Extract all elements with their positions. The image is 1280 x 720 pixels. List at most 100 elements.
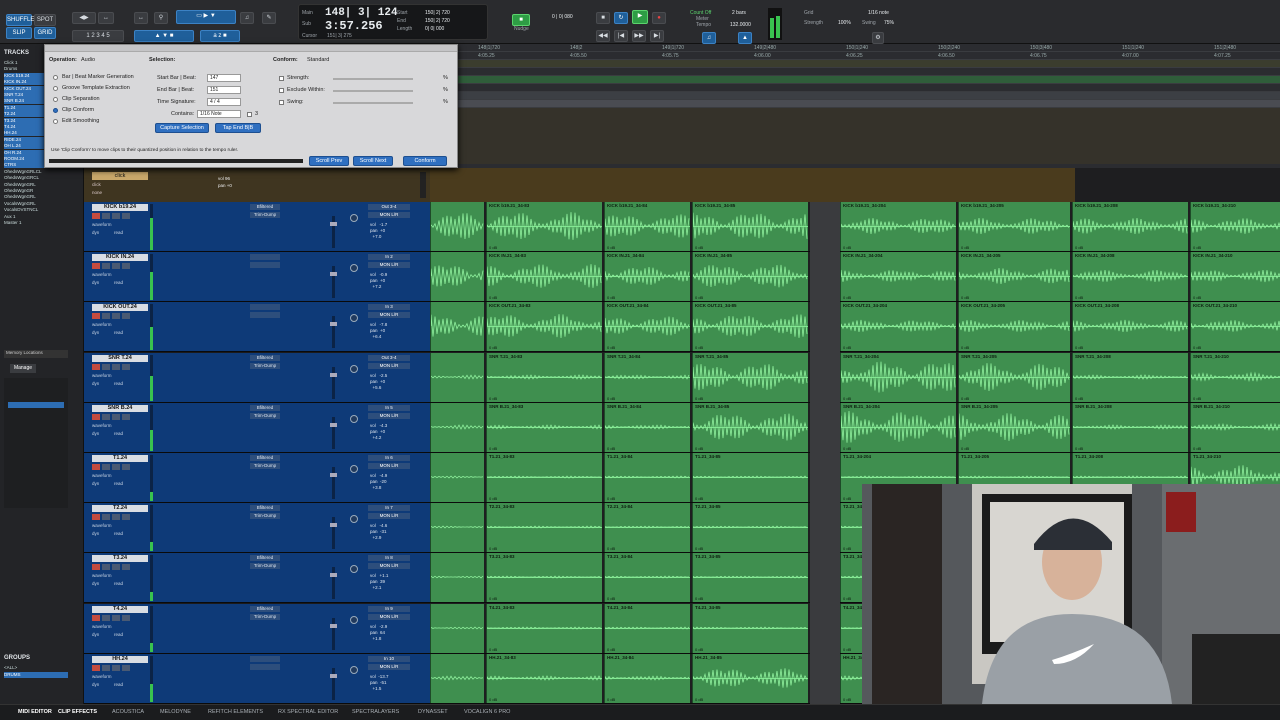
nudge-toggle[interactable]: ■: [512, 14, 530, 26]
output-selector[interactable]: MON L/R: [368, 412, 410, 419]
input-selector[interactable]: In 3: [368, 304, 410, 311]
insert-slot[interactable]: Bfiltered: [250, 505, 280, 512]
insert-slot-2[interactable]: Trim-Dump: [250, 463, 280, 469]
automation-mode[interactable]: read: [114, 682, 123, 687]
audio-clip[interactable]: T1.21_34-84 0 dB: [604, 453, 690, 502]
input-selector[interactable]: In 10: [368, 655, 410, 662]
track-name[interactable]: KICK IN.24: [92, 254, 148, 262]
pan-knob[interactable]: [350, 314, 358, 323]
solo-button[interactable]: [112, 464, 120, 470]
pan-knob[interactable]: [350, 515, 358, 524]
swing-value[interactable]: 75%: [884, 20, 894, 26]
input-selector[interactable]: Out 3-4: [368, 204, 410, 210]
audio-clip[interactable]: KICK b19.21_34-210 0 dB: [1190, 202, 1280, 251]
length-value[interactable]: 0| 0| 000: [425, 26, 444, 32]
volume-readout[interactable]: vol -4.3 pan +0 +4.2: [370, 423, 387, 441]
solo-button[interactable]: [112, 363, 120, 370]
audio-clip[interactable]: [430, 553, 484, 603]
track-name[interactable]: KICK b19.24: [92, 204, 148, 211]
audio-clip[interactable]: SNR B.21_34-84 0 dB: [604, 402, 690, 452]
track-list-item[interactable]: OhedsWgnGRCL: [4, 175, 68, 181]
volume-fader[interactable]: [330, 567, 337, 600]
volume-fader[interactable]: [330, 366, 337, 399]
audio-clip[interactable]: T3.21_34-83 0 dB: [486, 553, 602, 603]
automation-mode[interactable]: read: [114, 632, 123, 637]
input-selector[interactable]: Out 3-4: [368, 354, 410, 361]
audio-clip[interactable]: KICK IN.21_34-84 0 dB: [604, 252, 690, 302]
volume-readout[interactable]: vol -2.9 pan 64 +1.8: [370, 624, 387, 642]
audio-clip[interactable]: KICK OUT.21_34-204 0 dB: [840, 302, 956, 352]
click-track-name[interactable]: click: [92, 172, 148, 180]
audio-clip[interactable]: T1.21_34-85 0 dB: [692, 453, 808, 502]
start-bar-field[interactable]: 147: [207, 74, 241, 82]
metronome-icon[interactable]: ▲: [738, 32, 752, 44]
audio-clip[interactable]: [430, 352, 484, 402]
record-arm-button[interactable]: [92, 213, 100, 219]
audio-clip[interactable]: SNR T.21_34-205 0 dB: [958, 352, 1070, 402]
record-arm-button[interactable]: [92, 363, 100, 370]
pan-knob[interactable]: [350, 615, 358, 624]
loop-icon[interactable]: ↻: [614, 12, 628, 24]
bottom-tab[interactable]: MIDI EDITOR: [18, 709, 52, 715]
audio-clip[interactable]: [430, 402, 484, 452]
audio-clip[interactable]: [430, 252, 484, 302]
end-icon[interactable]: ▶|: [650, 30, 664, 42]
insert-slot-2[interactable]: Trim-Dump: [250, 412, 280, 419]
mute-button[interactable]: [122, 413, 130, 420]
click-vol[interactable]: vol 96: [218, 176, 230, 181]
click-pan[interactable]: pan +0: [218, 183, 232, 188]
slip-mode-button[interactable]: SLIP: [6, 27, 32, 39]
record-icon[interactable]: ●: [652, 12, 666, 24]
solo-button[interactable]: [112, 514, 120, 521]
automation-select[interactable]: dyn: [92, 632, 99, 637]
input-selector[interactable]: In 5: [368, 404, 410, 411]
mute-button[interactable]: [122, 363, 130, 370]
automation-select[interactable]: dyn: [92, 381, 99, 386]
track-lane[interactable]: SNR T.21_34-83 0 dB SNR T.21_34-84 0 dB SNR …: [430, 352, 1280, 403]
track-view-select[interactable]: waveform: [92, 473, 112, 478]
pan-knob[interactable]: [350, 364, 358, 373]
audio-clip[interactable]: SNR B.21_34-208 0 dB: [1072, 402, 1188, 452]
insert-slot[interactable]: Bfiltered: [250, 354, 280, 361]
pencil-icon[interactable]: ✎: [262, 12, 276, 24]
track-buttons[interactable]: [92, 614, 148, 621]
volume-readout[interactable]: vol -13.7 pan -51 +1.5: [370, 674, 389, 692]
track-buttons[interactable]: [92, 564, 148, 571]
group-item-all[interactable]: <ALL>: [4, 665, 68, 671]
start-value[interactable]: 150| 2| 720: [425, 10, 450, 16]
audio-clip[interactable]: T2.21_34-83 0 dB: [486, 503, 602, 553]
track-list-item[interactable]: Aux 1: [4, 214, 68, 220]
insert-slot-2[interactable]: Trim-Dump: [250, 513, 280, 520]
op-radio-clip-separation[interactable]: [53, 97, 58, 102]
ruler-row[interactable]: [458, 68, 1280, 76]
audio-clip[interactable]: [430, 202, 484, 251]
audio-clip[interactable]: SNR B.21_34-204 0 dB: [840, 402, 956, 452]
click-track-row[interactable]: click click none vol 96 pan +0: [84, 168, 430, 202]
audio-clip[interactable]: SNR T.21_34-84 0 dB: [604, 352, 690, 402]
mute-button[interactable]: [122, 564, 130, 571]
automation-mode[interactable]: read: [114, 280, 123, 285]
audio-clip[interactable]: KICK OUT.21_34-83 0 dB: [486, 302, 602, 352]
automation-mode[interactable]: read: [114, 330, 123, 335]
track-buttons[interactable]: [92, 263, 148, 270]
volume-fader[interactable]: [330, 416, 337, 449]
audio-clip[interactable]: SNR T.21_34-210 0 dB: [1190, 352, 1280, 402]
track-buttons[interactable]: [92, 664, 148, 671]
tempo-value[interactable]: 132.0000: [730, 22, 751, 28]
strength-slider[interactable]: [333, 78, 413, 80]
mute-button[interactable]: [122, 614, 130, 621]
strength-checkbox[interactable]: [279, 76, 284, 81]
audio-clip[interactable]: [430, 453, 484, 502]
search-icon[interactable]: ⚲: [154, 12, 168, 24]
insert-slot-2[interactable]: Trim-Dump: [250, 212, 280, 218]
insert-slot[interactable]: [250, 655, 280, 662]
audio-clip[interactable]: [430, 603, 484, 653]
track-view-select[interactable]: waveform: [92, 373, 112, 378]
insert-slot-2[interactable]: Trim-Dump: [250, 613, 280, 620]
memory-item[interactable]: [8, 402, 64, 408]
automation-select[interactable]: dyn: [92, 330, 99, 335]
ruler-row[interactable]: [458, 76, 1280, 84]
audio-clip[interactable]: SNR T.21_34-85 0 dB: [692, 352, 808, 402]
pan-knob[interactable]: [350, 465, 358, 473]
beat-detective-titlebar[interactable]: [45, 45, 457, 52]
